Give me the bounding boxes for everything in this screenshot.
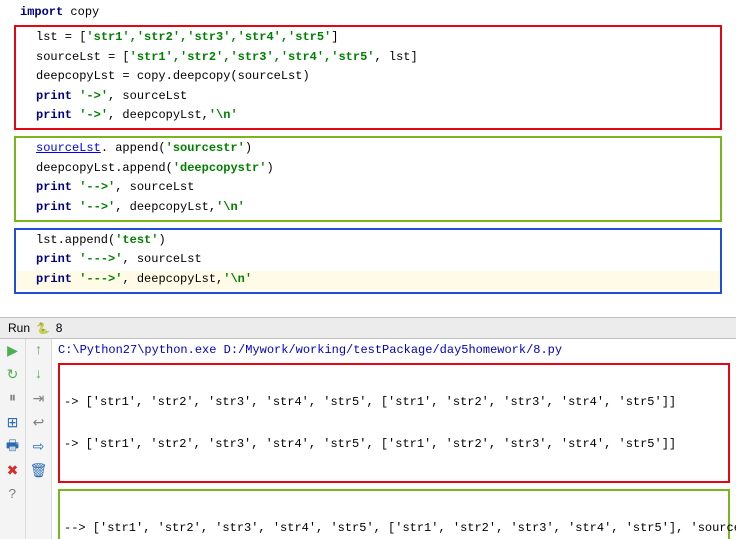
code-line: lst.append('test') xyxy=(16,232,720,251)
string: 'sourcestr' xyxy=(166,141,245,155)
text: , deepcopyLst, xyxy=(108,108,209,122)
output-box-green: --> ['str1', 'str2', 'str3', 'str4', 'st… xyxy=(58,489,730,539)
run-toolbar-left: ▶ ↻ ⏸ ⊞ 🖶 ✖ ? xyxy=(0,339,26,539)
scroll-down-icon[interactable]: ↓ xyxy=(31,367,47,383)
output-line: --> ['str1', 'str2', 'str3', 'str4', 'st… xyxy=(64,521,724,535)
string: '--->' xyxy=(79,252,122,266)
keyword: print xyxy=(36,272,79,286)
string: 'test' xyxy=(115,233,158,247)
text: ] xyxy=(331,30,338,44)
output-box-red: -> ['str1', 'str2', 'str3', 'str4', 'str… xyxy=(58,363,730,483)
text: , deepcopyLst, xyxy=(115,200,216,214)
string: '\n' xyxy=(223,272,252,286)
keyword: print xyxy=(36,200,79,214)
code-line: print '-->', deepcopyLst,'\n' xyxy=(16,199,720,218)
code-line: deepcopyLst.append('deepcopystr') xyxy=(16,160,720,179)
text: lst = [ xyxy=(36,30,86,44)
code-line: deepcopyLst = copy.deepcopy(sourceLst) xyxy=(16,68,720,87)
highlight-box-blue: lst.append('test') print '--->', sourceL… xyxy=(14,228,722,294)
keyword: import xyxy=(20,5,63,19)
console-output[interactable]: C:\Python27\python.exe D:/Mywork/working… xyxy=(52,339,736,539)
code-line: print '->', sourceLst xyxy=(16,88,720,107)
text: lst.append( xyxy=(36,233,115,247)
string: '->' xyxy=(79,108,108,122)
highlight-box-red: lst = ['str1','str2','str3','str4','str5… xyxy=(14,25,722,130)
code-line: print '-->', sourceLst xyxy=(16,179,720,198)
code-editor[interactable]: import copy lst = ['str1','str2','str3',… xyxy=(0,0,736,318)
keyword: print xyxy=(36,108,79,122)
text: deepcopyLst = copy.deepcopy(sourceLst) xyxy=(36,69,310,83)
run-icon[interactable]: ▶ xyxy=(5,343,21,359)
help-icon[interactable]: ? xyxy=(5,487,21,503)
text: ) xyxy=(158,233,165,247)
export-icon[interactable]: ⇥ xyxy=(31,391,47,407)
keyword: print xyxy=(36,252,79,266)
text: , lst] xyxy=(374,50,417,64)
text: , sourceLst xyxy=(108,89,187,103)
print-icon[interactable]: 🖶 xyxy=(5,439,21,455)
string: 'str1','str2','str3','str4','str5' xyxy=(130,50,375,64)
text: , deepcopyLst, xyxy=(122,272,223,286)
string: 'str1','str2','str3','str4','str5' xyxy=(86,30,331,44)
wrap-icon[interactable]: ↩ xyxy=(31,415,47,431)
scroll-up-icon[interactable]: ↑ xyxy=(31,343,47,359)
run-config-name: 8 xyxy=(56,321,63,335)
text: . append( xyxy=(101,141,166,155)
string: '-->' xyxy=(79,180,115,194)
goto-icon[interactable]: ⇨ xyxy=(31,439,47,455)
reference-link[interactable]: sourceLst xyxy=(36,141,101,155)
string: 'deepcopystr' xyxy=(173,161,267,175)
string: '\n' xyxy=(209,108,238,122)
close-icon[interactable]: ✖ xyxy=(5,463,21,479)
text: , sourceLst xyxy=(115,180,194,194)
code-line: import copy xyxy=(0,4,736,23)
run-toolwindow-header[interactable]: Run 8 xyxy=(0,318,736,339)
pause-icon[interactable]: ⏸ xyxy=(5,391,21,407)
highlight-box-green: sourceLst. append('sourcestr') deepcopyL… xyxy=(14,136,722,222)
text: deepcopyLst.append( xyxy=(36,161,173,175)
output-line: -> ['str1', 'str2', 'str3', 'str4', 'str… xyxy=(64,395,724,409)
keyword: print xyxy=(36,89,79,103)
code-line: print '--->', sourceLst xyxy=(16,251,720,270)
text: , sourceLst xyxy=(122,252,201,266)
run-label: Run xyxy=(8,321,30,335)
python-icon xyxy=(36,321,50,335)
text: ) xyxy=(245,141,252,155)
output-line: -> ['str1', 'str2', 'str3', 'str4', 'str… xyxy=(64,437,724,451)
text: ) xyxy=(266,161,273,175)
code-line: sourceLst = ['str1','str2','str3','str4'… xyxy=(16,49,720,68)
rerun-icon[interactable]: ↻ xyxy=(5,367,21,383)
code-line: print '--->', deepcopyLst,'\n' xyxy=(16,271,720,290)
string: '-->' xyxy=(79,200,115,214)
string: '->' xyxy=(79,89,108,103)
keyword: print xyxy=(36,180,79,194)
code-line: print '->', deepcopyLst,'\n' xyxy=(16,107,720,126)
text: copy xyxy=(63,5,99,19)
run-toolbar-right: ↑ ↓ ⇥ ↩ ⇨ 🗑 xyxy=(26,339,52,539)
string: '\n' xyxy=(216,200,245,214)
string: '--->' xyxy=(79,272,122,286)
code-line: lst = ['str1','str2','str3','str4','str5… xyxy=(16,29,720,48)
command-line: C:\Python27\python.exe D:/Mywork/working… xyxy=(58,343,730,361)
trash-icon[interactable]: 🗑 xyxy=(31,463,47,479)
layout-icon[interactable]: ⊞ xyxy=(5,415,21,431)
text: sourceLst = [ xyxy=(36,50,130,64)
run-console: ▶ ↻ ⏸ ⊞ 🖶 ✖ ? ↑ ↓ ⇥ ↩ ⇨ 🗑 C:\Python27\py… xyxy=(0,339,736,539)
code-line: sourceLst. append('sourcestr') xyxy=(16,140,720,159)
